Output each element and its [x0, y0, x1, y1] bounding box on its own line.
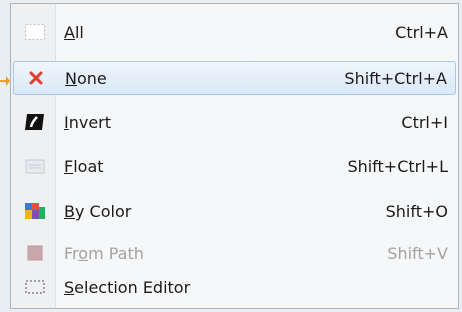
menu-item-shortcut: Shift+O — [385, 201, 448, 221]
menu-item-shortcut: Shift+Ctrl+A — [344, 68, 447, 88]
by-color-icon — [24, 202, 46, 220]
close-x-icon — [25, 69, 47, 87]
from-path-icon — [24, 244, 46, 262]
menu-item-all[interactable]: All Ctrl+A — [13, 15, 456, 49]
menu-item-label: None — [65, 68, 107, 88]
select-all-icon — [24, 23, 46, 41]
menu-item-label: Selection Editor — [64, 277, 191, 297]
invert-icon — [24, 113, 46, 131]
menu-item-shortcut: Ctrl+A — [395, 22, 448, 42]
selection-editor-icon — [24, 278, 46, 296]
menu-item-invert[interactable]: Invert Ctrl+I — [13, 105, 456, 139]
menu-item-label: From Path — [64, 243, 144, 263]
select-menu: All Ctrl+A None Shift+Ctrl+A Invert Ctrl… — [10, 3, 459, 309]
menu-item-selection-editor[interactable]: Selection Editor — [13, 270, 456, 304]
menu-item-label: Float — [64, 156, 104, 176]
menu-item-shortcut: Ctrl+I — [401, 112, 448, 132]
menu-item-label: All — [64, 22, 84, 42]
orange-pointer-arrow-icon — [0, 76, 10, 86]
menu-item-label: Invert — [64, 112, 112, 132]
menu-item-shortcut: Shift+Ctrl+L — [347, 156, 448, 176]
menu-item-none[interactable]: None Shift+Ctrl+A — [13, 61, 456, 95]
float-icon — [24, 157, 46, 175]
menu-item-by-color[interactable]: By Color Shift+O — [13, 194, 456, 228]
menu-item-float[interactable]: Float Shift+Ctrl+L — [13, 149, 456, 183]
menu-item-from-path[interactable]: From Path Shift+V — [13, 236, 456, 270]
menu-item-label: By Color — [64, 201, 132, 221]
menu-item-shortcut: Shift+V — [387, 243, 448, 263]
